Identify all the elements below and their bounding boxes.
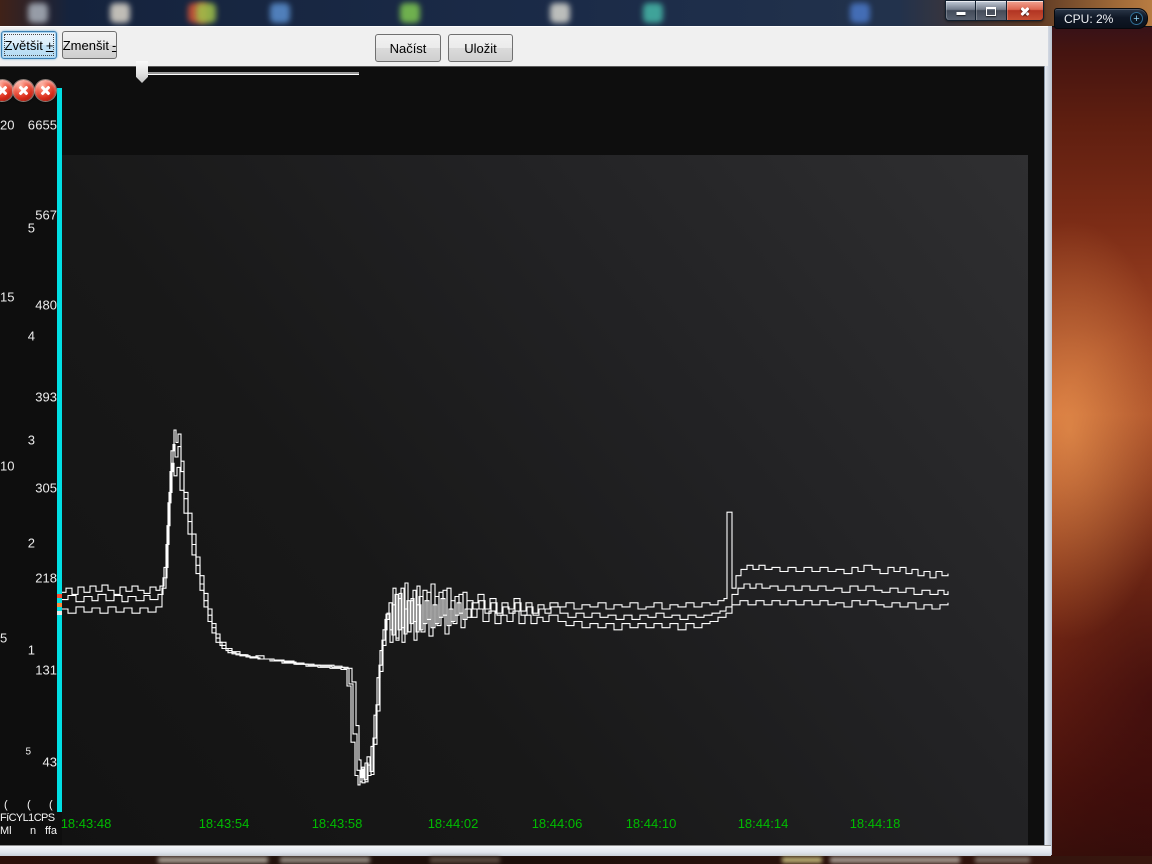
close-icon — [1019, 5, 1031, 17]
zoom-out-key: - — [112, 38, 116, 53]
minimize-button[interactable] — [945, 0, 975, 21]
x-axis-time-label: 18:43:54 — [199, 816, 250, 831]
chart-canvas — [0, 66, 1046, 845]
channel-close-button[interactable] — [13, 80, 34, 101]
taskbar-app-icon[interactable] — [643, 3, 663, 23]
y-axis-tick-axis-inner: 393 — [0, 390, 57, 405]
legend-curve-glyph: ( — [27, 799, 31, 811]
plot-area[interactable] — [62, 155, 1028, 864]
cursor-value-marker — [57, 611, 62, 615]
save-button[interactable]: Uložit — [448, 34, 513, 62]
taskbar-window-tile[interactable] — [158, 857, 268, 863]
taskbar-app-icon[interactable] — [850, 3, 870, 23]
y-axis-tick-axis-inner: 567 — [0, 208, 57, 223]
zoom-out-button[interactable]: Zmenšit- — [62, 31, 117, 59]
taskbar-app-icon[interactable] — [28, 3, 48, 23]
legend-line2-item: Ml — [0, 825, 12, 837]
zoom-slider-track[interactable] — [141, 72, 359, 75]
window-caption-buttons — [945, 0, 1044, 21]
zoom-out-label: Zmenšit — [63, 38, 109, 53]
zoom-in-label: Zvětšit — [5, 38, 43, 53]
taskbar-app-icon[interactable] — [110, 3, 130, 23]
y-axis-tick-axis-inner: 43 — [0, 755, 57, 770]
time-cursor-line[interactable] — [57, 88, 62, 812]
legend-line2-item: n — [30, 825, 36, 837]
maximize-button[interactable] — [975, 0, 1006, 21]
cursor-value-marker — [57, 594, 62, 598]
taskbar-app-icon[interactable] — [270, 3, 290, 23]
minimize-icon — [956, 12, 965, 15]
x-axis-time-label: 18:44:06 — [532, 816, 583, 831]
legend-curve-glyph: ( — [49, 799, 53, 811]
y-axis-tick-axis-middle: 3 — [0, 433, 35, 448]
legend-curve-glyph: ( — [4, 799, 8, 811]
window-right-border — [1044, 26, 1052, 855]
close-button[interactable] — [1006, 0, 1044, 21]
y-axis-tick-axis-outer: 10 — [0, 459, 14, 474]
taskbar-window-tile[interactable] — [975, 857, 1030, 863]
zoom-in-button[interactable]: Zvětšit+ — [1, 31, 57, 59]
y-axis-tick-axis-inner: 131 — [0, 663, 57, 678]
taskbar-app-icon[interactable] — [400, 3, 420, 23]
app-toolbar: Zvětšit+ Zmenšit- Načíst Uložit — [0, 26, 1048, 66]
cpu-usage-label: CPU: 2% — [1064, 12, 1130, 26]
cursor-value-marker — [57, 603, 62, 607]
y-axis-tick-axis-inner: 218 — [0, 571, 57, 586]
taskbar-window-tile[interactable] — [280, 857, 370, 863]
x-axis-time-label: 18:43:58 — [312, 816, 363, 831]
screen: CPU: 2% + Zvětšit+ Zmenšit- Načíst Uloži… — [0, 0, 1152, 864]
cpu-gadget: CPU: 2% + — [1054, 8, 1148, 29]
taskbar-window-tile[interactable] — [782, 857, 822, 863]
y-axis-tick-axis-inner: 305 — [0, 481, 57, 496]
channel-close-button[interactable] — [35, 80, 56, 101]
taskbar-window-tile[interactable] — [430, 857, 500, 863]
legend-line1: FíCYL1CPS — [0, 812, 55, 824]
x-axis-time-label: 18:44:14 — [738, 816, 789, 831]
taskbar-app-icon[interactable] — [196, 3, 216, 23]
zoom-in-key: + — [46, 38, 54, 53]
maximize-icon — [986, 7, 996, 16]
taskbar-window-tile[interactable] — [830, 857, 960, 863]
cpu-gadget-expand-button[interactable]: + — [1130, 12, 1143, 25]
taskbar-app-icon[interactable] — [550, 3, 570, 23]
x-axis-time-label: 18:44:10 — [626, 816, 677, 831]
x-axis-time-label: 18:43:48 — [61, 816, 112, 831]
y-axis-tick-axis-inner: 655 — [0, 118, 57, 133]
load-button[interactable]: Načíst — [375, 34, 441, 62]
y-axis-tick-axis-middle: 2 — [0, 536, 35, 551]
y-axis-tick-axis-middle: 5 — [0, 221, 35, 236]
x-axis-time-label: 18:44:18 — [850, 816, 901, 831]
x-axis-time-label: 18:44:02 — [428, 816, 479, 831]
y-axis-tick-axis-inner: 480 — [0, 298, 57, 313]
bottom-taskbar[interactable] — [0, 856, 1152, 864]
y-axis-tick-axis-middle: 1 — [0, 643, 35, 658]
legend-line2-item: ffa — [45, 825, 57, 837]
y-axis-tick-axis-middle: 4 — [0, 329, 35, 344]
